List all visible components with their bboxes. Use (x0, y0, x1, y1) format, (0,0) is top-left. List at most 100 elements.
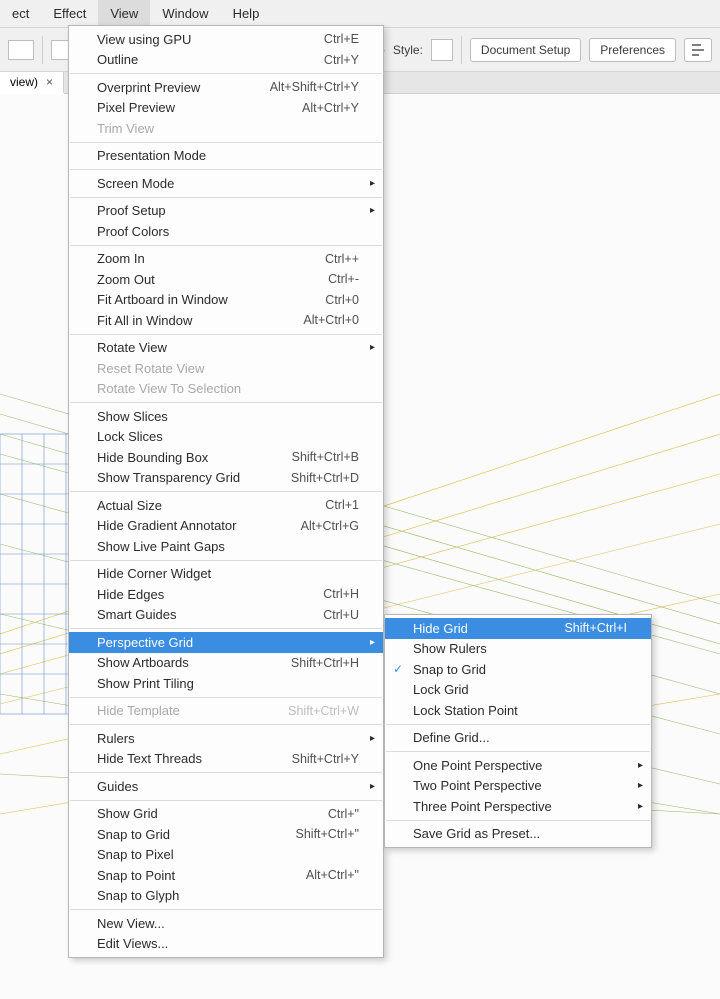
persp-menu-item-show-rulers[interactable]: Show Rulers (385, 639, 651, 660)
view-menu-item-reset-rotate-view: Reset Rotate View (69, 358, 383, 379)
view-menu-item-show-print-tiling[interactable]: Show Print Tiling (69, 673, 383, 694)
view-menu-item-lock-slices[interactable]: Lock Slices (69, 427, 383, 448)
view-menu-item-smart-guides[interactable]: Smart GuidesCtrl+U (69, 605, 383, 626)
style-swatch[interactable] (431, 39, 453, 61)
menu-item-shortcut: Alt+Shift+Ctrl+Y (270, 80, 359, 94)
view-menu-item-actual-size[interactable]: Actual SizeCtrl+1 (69, 495, 383, 516)
menu-item-label: Proof Colors (97, 224, 359, 239)
menu-item-label: Snap to Grid (97, 827, 296, 842)
view-menu-item-perspective-grid[interactable]: Perspective Grid▸ (69, 632, 383, 653)
menu-item-label: Fit Artboard in Window (97, 292, 325, 307)
view-menu-item-screen-mode[interactable]: Screen Mode▸ (69, 173, 383, 194)
view-menu-item-show-artboards[interactable]: Show ArtboardsShift+Ctrl+H (69, 653, 383, 674)
view-menu-item-show-slices[interactable]: Show Slices (69, 406, 383, 427)
view-menu-item-hide-edges[interactable]: Hide EdgesCtrl+H (69, 584, 383, 605)
close-icon[interactable]: × (46, 75, 53, 89)
view-menu-item-proof-colors[interactable]: Proof Colors (69, 221, 383, 242)
view-menu-item-rotate-view[interactable]: Rotate View▸ (69, 338, 383, 359)
view-menu-item-view-using-gpu[interactable]: View using GPUCtrl+E (69, 29, 383, 50)
view-menu-item-overprint-preview[interactable]: Overprint PreviewAlt+Shift+Ctrl+Y (69, 77, 383, 98)
menu-item-label: Edit Views... (97, 936, 359, 951)
tab-title: view) (10, 75, 38, 89)
menu-item-shortcut: Ctrl+" (328, 807, 359, 821)
persp-menu-item-save-grid-as-preset[interactable]: Save Grid as Preset... (385, 824, 651, 845)
menubar: ect Effect View Window Help (0, 0, 720, 28)
menu-item-shortcut: Alt+Ctrl+Y (302, 101, 359, 115)
toolbar-divider (42, 36, 43, 64)
menu-separator (70, 560, 382, 561)
menu-item-label: Presentation Mode (97, 148, 359, 163)
menu-item-shortcut: Ctrl+- (328, 272, 359, 286)
persp-menu-item-two-point-perspective[interactable]: Two Point Perspective▸ (385, 776, 651, 797)
persp-menu-item-one-point-perspective[interactable]: One Point Perspective▸ (385, 755, 651, 776)
menu-item-label: Snap to Pixel (97, 847, 359, 862)
view-menu-item-pixel-preview[interactable]: Pixel PreviewAlt+Ctrl+Y (69, 98, 383, 119)
menu-item-label: Rulers (97, 731, 359, 746)
menu-separator (70, 142, 382, 143)
menu-item-label: Trim View (97, 121, 359, 136)
persp-menu-item-three-point-perspective[interactable]: Three Point Perspective ▸ (385, 796, 651, 817)
view-menu-item-hide-text-threads[interactable]: Hide Text ThreadsShift+Ctrl+Y (69, 749, 383, 770)
persp-menu-item-lock-station-point[interactable]: Lock Station Point (385, 700, 651, 721)
document-setup-button[interactable]: Document Setup (470, 38, 581, 62)
view-menu-item-fit-artboard-in-window[interactable]: Fit Artboard in WindowCtrl+0 (69, 290, 383, 311)
view-menu-item-hide-gradient-annotator[interactable]: Hide Gradient AnnotatorAlt+Ctrl+G (69, 516, 383, 537)
preferences-button[interactable]: Preferences (589, 38, 676, 62)
view-menu-item-snap-to-pixel[interactable]: Snap to Pixel (69, 845, 383, 866)
view-menu-item-new-view[interactable]: New View... (69, 913, 383, 934)
fill-swatch[interactable] (8, 40, 34, 60)
menu-separator (70, 697, 382, 698)
view-menu-item-rulers[interactable]: Rulers ▸ (69, 728, 383, 749)
submenu-arrow-icon: ▸ (638, 780, 643, 791)
view-menu-item-show-transparency-grid[interactable]: Show Transparency GridShift+Ctrl+D (69, 468, 383, 489)
submenu-arrow-icon: ▸ (638, 801, 643, 812)
view-menu-item-hide-corner-widget[interactable]: Hide Corner Widget (69, 564, 383, 585)
menu-item-shortcut: Alt+Ctrl+G (301, 519, 359, 533)
menu-separator (386, 751, 650, 752)
view-menu-item-hide-bounding-box[interactable]: Hide Bounding BoxShift+Ctrl+B (69, 447, 383, 468)
view-menu-item-snap-to-grid[interactable]: Snap to GridShift+Ctrl+" (69, 824, 383, 845)
menu-window[interactable]: Window (150, 0, 220, 27)
submenu-arrow-icon: ▸ (370, 205, 375, 216)
view-menu-item-fit-all-in-window[interactable]: Fit All in WindowAlt+Ctrl+0 (69, 310, 383, 331)
persp-menu-item-lock-grid[interactable]: Lock Grid (385, 680, 651, 701)
view-menu-item-rotate-view-to-selection: Rotate View To Selection (69, 379, 383, 400)
persp-menu-item-snap-to-grid[interactable]: ✓Snap to Grid (385, 659, 651, 680)
view-menu-item-edit-views[interactable]: Edit Views... (69, 934, 383, 955)
menu-separator (70, 197, 382, 198)
menu-effect[interactable]: Effect (41, 0, 98, 27)
view-menu-item-show-live-paint-gaps[interactable]: Show Live Paint Gaps (69, 536, 383, 557)
submenu-arrow-icon: ▸ (370, 733, 375, 744)
menu-item-label: Smart Guides (97, 607, 323, 622)
view-menu-item-proof-setup[interactable]: Proof Setup▸ (69, 201, 383, 222)
menu-item-label: Hide Corner Widget (97, 566, 359, 581)
view-menu-item-zoom-in[interactable]: Zoom InCtrl++ (69, 249, 383, 270)
submenu-arrow-icon: ▸ (638, 760, 643, 771)
document-tab[interactable]: view) × (0, 72, 64, 94)
menu-item-label: Hide Bounding Box (97, 450, 292, 465)
view-menu-item-snap-to-point[interactable]: Snap to PointAlt+Ctrl+" (69, 865, 383, 886)
menu-item-label: Show Slices (97, 409, 359, 424)
view-menu-item-guides[interactable]: Guides▸ (69, 776, 383, 797)
menu-help[interactable]: Help (221, 0, 272, 27)
view-menu-item-trim-view: Trim View (69, 118, 383, 139)
persp-menu-item-define-grid[interactable]: Define Grid... (385, 728, 651, 749)
menu-item-label: Hide Template (97, 703, 288, 718)
menu-item-label: Zoom Out (97, 272, 328, 287)
submenu-arrow-icon: ▸ (370, 637, 375, 648)
menu-separator (70, 724, 382, 725)
menu-view[interactable]: View (98, 0, 150, 27)
menu-select[interactable]: ect (0, 0, 41, 27)
menu-item-label: Three Point Perspective (413, 799, 627, 814)
view-menu-item-zoom-out[interactable]: Zoom OutCtrl+- (69, 269, 383, 290)
align-icon[interactable] (684, 38, 712, 62)
menu-item-shortcut: Shift+Ctrl+W (288, 704, 359, 718)
persp-menu-item-hide-grid[interactable]: Hide GridShift+Ctrl+I (385, 618, 651, 639)
menu-item-label: Overprint Preview (97, 80, 270, 95)
view-menu-item-show-grid[interactable]: Show GridCtrl+" (69, 804, 383, 825)
view-menu-item-snap-to-glyph[interactable]: Snap to Glyph (69, 886, 383, 907)
view-menu-item-outline[interactable]: OutlineCtrl+Y (69, 50, 383, 71)
view-menu-item-presentation-mode[interactable]: Presentation Mode (69, 146, 383, 167)
menu-item-label: Lock Station Point (413, 703, 627, 718)
menu-item-label: Show Live Paint Gaps (97, 539, 359, 554)
